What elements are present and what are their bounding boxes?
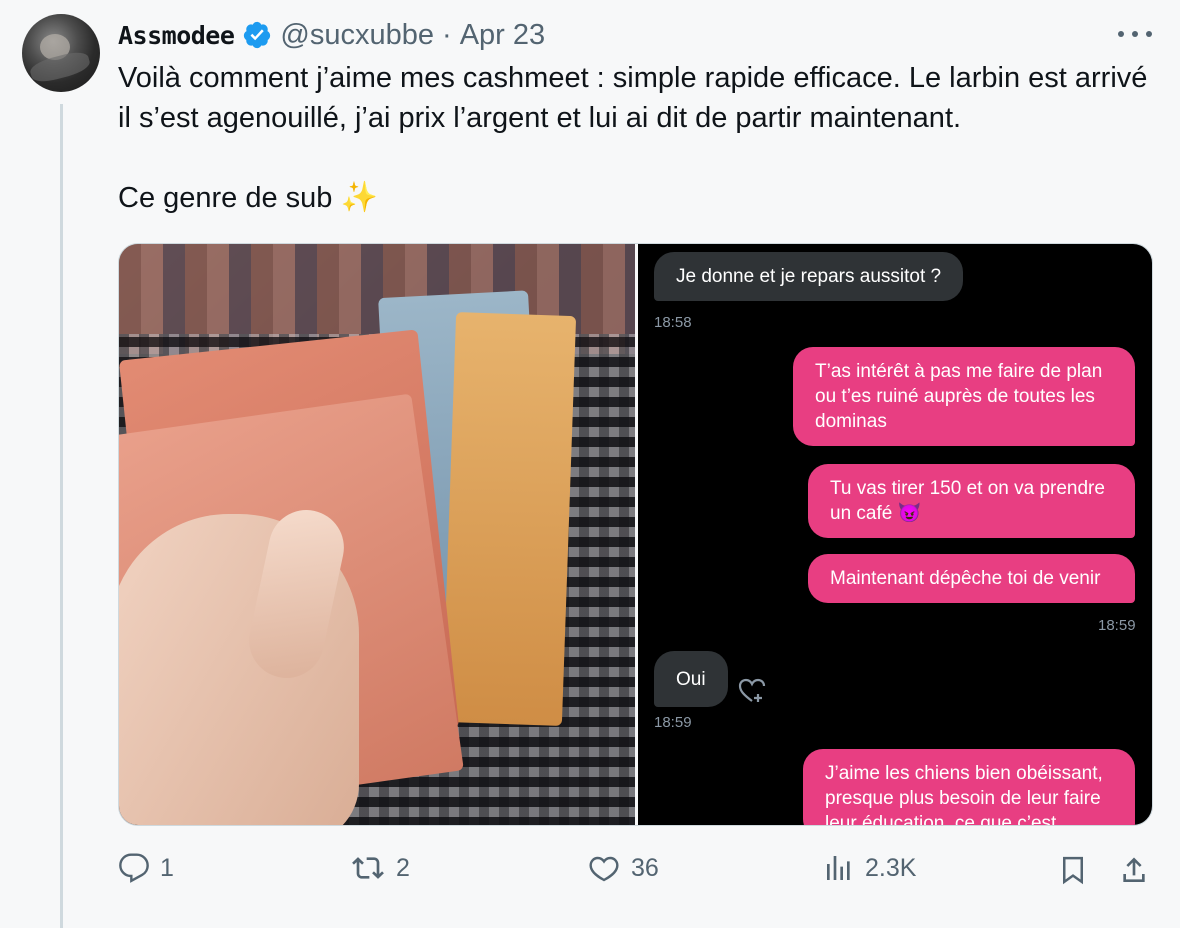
chat-message-out: J’aime les chiens bien obéissant, presqu… [803, 749, 1135, 825]
separator-dot: · [442, 18, 452, 51]
bookmark-icon [1063, 856, 1083, 885]
verified-badge-icon [244, 21, 271, 49]
chat-timestamp: 18:59 [654, 714, 692, 731]
photo-money[interactable] [119, 244, 635, 825]
display-name[interactable]: Assmodee [118, 21, 235, 50]
banknote-orange [441, 312, 577, 726]
views-count: 2.3K [865, 853, 917, 882]
heart-icon [589, 856, 619, 882]
sparkles-emoji: ✨ [340, 181, 378, 214]
thread-line [60, 104, 63, 928]
views-button[interactable]: 2.3K [823, 852, 916, 884]
more-options-icon[interactable] [1118, 24, 1152, 44]
share-icon [1123, 857, 1145, 882]
avatar[interactable] [22, 14, 100, 92]
bookmark-button[interactable] [1058, 853, 1088, 892]
chat-message-in: Je donne et je repars aussitot ? [654, 252, 964, 301]
chat-message-out: Maintenant dépêche toi de venir [808, 554, 1135, 603]
tweet-text-paragraph: Voilà comment j’aime mes cashmeet : simp… [118, 62, 1148, 134]
reply-count: 1 [160, 853, 174, 882]
tweet-header: Assmodee @sucxubbe · Apr 23 [118, 18, 545, 52]
like-button[interactable]: 36 [587, 852, 659, 884]
repost-count: 2 [396, 853, 410, 882]
media-grid[interactable]: Je donne et je repars aussitot ? 18:58 T… [118, 243, 1153, 826]
tweet-text: Voilà comment j’aime mes cashmeet : simp… [118, 58, 1158, 218]
chat-message-in: Oui [654, 651, 728, 707]
views-chart-icon [827, 856, 850, 880]
chat-message-out: T’as intérêt à pas me faire de plan ou t… [793, 347, 1135, 446]
heart-add-icon [738, 678, 766, 702]
chat-message-out: Tu vas tirer 150 et on va prendre un caf… [808, 464, 1135, 538]
tweet-text-line2: Ce genre de sub [118, 182, 333, 214]
repost-icon [352, 857, 384, 879]
reply-button[interactable]: 1 [118, 852, 174, 884]
share-button[interactable] [1118, 853, 1150, 892]
handle[interactable]: @sucxubbe [280, 19, 434, 52]
tweet-text-paragraph-2: Ce genre de sub ✨ [118, 178, 1158, 218]
chat-timestamp: 18:58 [654, 314, 692, 331]
chat-timestamp: 18:59 [1098, 617, 1136, 634]
like-count: 36 [631, 853, 659, 882]
photo-chat-screenshot[interactable]: Je donne et je repars aussitot ? 18:58 T… [638, 244, 1152, 825]
reply-icon [119, 853, 149, 883]
tweet-date[interactable]: Apr 23 [460, 19, 545, 52]
repost-button[interactable]: 2 [350, 852, 410, 884]
